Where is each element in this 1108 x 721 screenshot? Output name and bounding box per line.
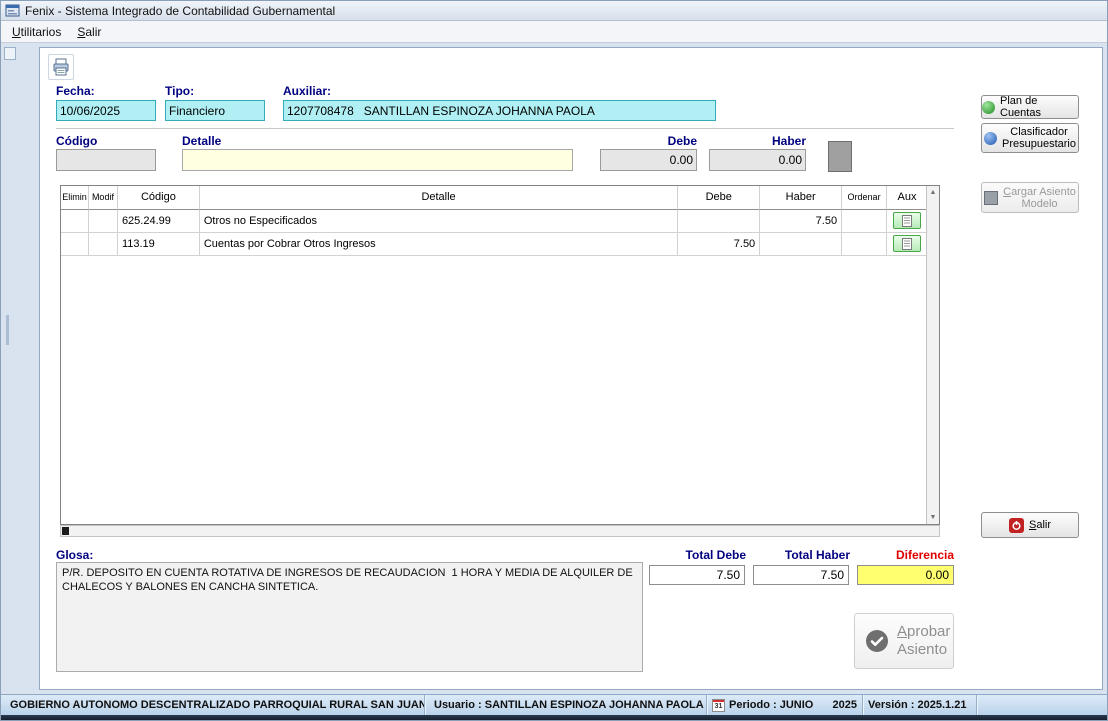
tipo-input[interactable]: [165, 100, 265, 121]
gray-square-icon: [984, 190, 999, 205]
haber-label: Haber: [771, 134, 806, 148]
cell-haber: 7.50: [760, 210, 843, 233]
menu-utilitarios[interactable]: Utilitarios: [4, 22, 69, 42]
grid-row[interactable]: 625.24.99 Otros no Especificados 7.50: [61, 210, 927, 233]
separator: [56, 128, 954, 129]
calendar-icon: 31: [712, 698, 725, 712]
cell-detalle: Cuentas por Cobrar Otros Ingresos: [199, 233, 679, 256]
document-icon: [902, 237, 913, 250]
glosa-textarea[interactable]: P/R. DEPOSITO EN CUENTA ROTATIVA DE INGR…: [56, 562, 643, 672]
col-header-haber: Haber: [760, 186, 843, 210]
col-header-aux: Aux: [887, 186, 927, 210]
cell-debe: [678, 210, 761, 233]
grid-row[interactable]: 113.19 Cuentas por Cobrar Otros Ingresos…: [61, 233, 927, 256]
window-title: Fenix - Sistema Integrado de Contabilida…: [25, 3, 336, 18]
col-header-debe: Debe: [678, 186, 761, 210]
cell-detalle: Otros no Especificados: [199, 210, 679, 233]
scroll-up-icon[interactable]: ▲: [927, 186, 939, 199]
col-header-modif: Modif: [88, 186, 118, 210]
auxiliar-input[interactable]: [283, 100, 716, 121]
status-usuario: Usuario : SANTILLAN ESPINOZA JOHANNA PAO…: [425, 695, 707, 715]
app-icon: [5, 3, 20, 18]
diferencia-label: Diferencia: [895, 548, 954, 562]
status-periodo: 31 Periodo : JUNIO 2025: [707, 695, 863, 715]
fecha-input[interactable]: [56, 100, 156, 121]
aux-button[interactable]: [893, 212, 922, 229]
aprobar-asiento-button[interactable]: Aprobar Asiento: [854, 613, 954, 669]
col-header-ordenar: Ordenar: [842, 186, 888, 210]
print-button[interactable]: [48, 54, 74, 80]
codigo-label: Código: [56, 134, 98, 148]
asiento-form: Fecha: Tipo: Auxiliar: Código Detalle De…: [39, 47, 1103, 690]
grid-horizontal-scrollbar[interactable]: [60, 525, 940, 537]
debe-label: Debe: [667, 134, 697, 148]
tipo-label: Tipo:: [165, 84, 195, 98]
plan-de-cuentas-button[interactable]: Plan de Cuentas: [981, 95, 1079, 119]
menu-salir[interactable]: Salir: [69, 22, 109, 42]
cell-codigo: 113.19: [117, 233, 200, 256]
total-haber-value: 7.50: [753, 565, 849, 585]
cell-debe: 7.50: [678, 233, 761, 256]
panel-splitter[interactable]: [6, 315, 9, 345]
grid-header-row: Elimin Modif Código Detalle Debe Haber O…: [61, 186, 927, 210]
detalle-label: Detalle: [182, 134, 222, 148]
col-header-elimin: Elimin: [61, 186, 89, 210]
asientos-grid: Elimin Modif Código Detalle Debe Haber O…: [60, 185, 940, 525]
document-icon: [902, 214, 913, 227]
taskbar-edge: [1, 715, 1107, 720]
power-icon: [1008, 517, 1024, 533]
scroll-thumb[interactable]: [62, 527, 69, 535]
aux-button[interactable]: [893, 235, 922, 252]
diferencia-value: 0.00: [857, 565, 954, 585]
salir-button[interactable]: Salir: [981, 512, 1079, 538]
status-filler: [977, 695, 1107, 715]
status-entity: GOBIERNO AUTONOMO DESCENTRALIZADO PARROQ…: [1, 695, 425, 715]
cargar-asiento-modelo-button[interactable]: Cargar Asiento Modelo: [981, 182, 1079, 213]
col-header-detalle: Detalle: [199, 186, 679, 210]
codigo-input[interactable]: [56, 149, 156, 171]
panel-grip[interactable]: [4, 47, 16, 60]
green-sphere-icon: [982, 100, 995, 114]
fecha-label: Fecha:: [56, 84, 95, 98]
scroll-down-icon[interactable]: ▼: [927, 511, 939, 524]
print-icon: [53, 58, 69, 76]
cell-codigo: 625.24.99: [117, 210, 200, 233]
add-line-button[interactable]: [828, 141, 852, 172]
total-debe-value: 7.50: [649, 565, 745, 585]
haber-input[interactable]: [709, 149, 806, 171]
status-bar: GOBIERNO AUTONOMO DESCENTRALIZADO PARROQ…: [1, 694, 1107, 715]
title-bar: Fenix - Sistema Integrado de Contabilida…: [1, 1, 1107, 21]
status-version: Versión : 2025.1.21: [863, 695, 977, 715]
check-circle-icon: [866, 630, 888, 652]
app-window: Fenix - Sistema Integrado de Contabilida…: [0, 0, 1108, 721]
grid-vertical-scrollbar[interactable]: ▲ ▼: [926, 186, 939, 524]
auxiliar-label: Auxiliar:: [283, 84, 332, 98]
debe-input[interactable]: [600, 149, 697, 171]
clasificador-presupuestario-button[interactable]: Clasificador Presupuestario: [981, 123, 1079, 153]
total-debe-label: Total Debe: [685, 548, 746, 562]
col-header-codigo: Código: [117, 186, 200, 210]
total-haber-label: Total Haber: [784, 548, 850, 562]
detalle-input[interactable]: [182, 149, 573, 171]
menu-bar: Utilitarios Salir: [1, 21, 1107, 43]
blue-sphere-icon: [984, 131, 997, 145]
cell-haber: [760, 233, 843, 256]
glosa-label: Glosa:: [56, 548, 94, 562]
